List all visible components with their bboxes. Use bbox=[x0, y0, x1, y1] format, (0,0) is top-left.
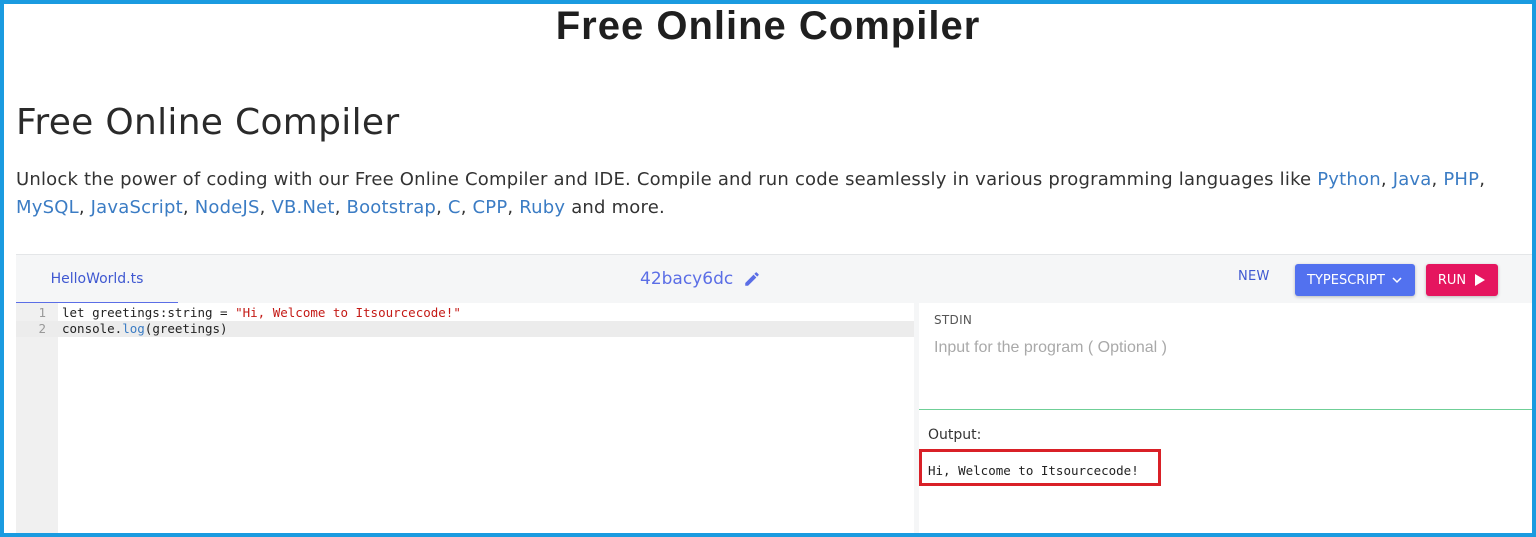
lang-link-javascript[interactable]: JavaScript bbox=[91, 197, 183, 218]
lang-link-bootstrap[interactable]: Bootstrap bbox=[347, 197, 437, 218]
lang-link-python[interactable]: Python bbox=[1317, 169, 1381, 190]
line-number: 1 bbox=[38, 305, 46, 320]
code-line[interactable]: 1 let greetings:string = "Hi, Welcome to… bbox=[16, 305, 914, 321]
play-icon bbox=[1475, 274, 1486, 286]
run-label: RUN bbox=[1437, 272, 1467, 288]
page-heading: Free Online Compiler bbox=[16, 102, 400, 143]
output-label: Output: bbox=[928, 427, 982, 443]
code-args: (greetings) bbox=[144, 321, 228, 336]
stdin-label: STDIN bbox=[934, 313, 973, 327]
code-string: "Hi, Welcome to Itsourcecode!" bbox=[235, 305, 461, 320]
code-text: console. bbox=[62, 321, 123, 336]
new-button[interactable]: NEW bbox=[1238, 269, 1270, 284]
lang-link-c[interactable]: C bbox=[448, 197, 461, 218]
session-id[interactable]: 42bacy6dc bbox=[640, 267, 761, 291]
lang-link-vbnet[interactable]: VB.Net bbox=[272, 197, 335, 218]
code-method: log bbox=[122, 321, 145, 336]
lang-link-cpp[interactable]: CPP bbox=[473, 197, 508, 218]
intro-text: Unlock the power of coding with our Free… bbox=[16, 169, 1312, 190]
language-label: TYPESCRIPT bbox=[1307, 272, 1385, 288]
run-button[interactable]: RUN bbox=[1426, 264, 1498, 296]
io-divider bbox=[919, 409, 1532, 410]
code-text: let greetings:string = bbox=[62, 305, 236, 320]
line-number-gutter bbox=[16, 303, 58, 534]
stdin-input[interactable] bbox=[934, 339, 1514, 357]
intro-suffix: and more. bbox=[571, 197, 665, 218]
session-id-label: 42bacy6dc bbox=[640, 269, 734, 289]
io-panel: STDIN Output: Hi, Welcome to Itsourcecod… bbox=[919, 303, 1532, 534]
language-dropdown[interactable]: TYPESCRIPT bbox=[1295, 264, 1415, 296]
lang-link-ruby[interactable]: Ruby bbox=[519, 197, 565, 218]
ide-panel: HelloWorld.ts 42bacy6dc NEW TYPESCRIPT R… bbox=[16, 254, 1532, 534]
banner-title: Free Online Compiler bbox=[555, 4, 981, 48]
output-text: Hi, Welcome to Itsourcecode! bbox=[928, 463, 1139, 478]
ide-toolbar: HelloWorld.ts 42bacy6dc NEW TYPESCRIPT R… bbox=[16, 255, 1532, 304]
code-editor[interactable]: 1 let greetings:string = "Hi, Welcome to… bbox=[16, 303, 914, 534]
file-tab[interactable]: HelloWorld.ts bbox=[16, 255, 178, 304]
lang-link-mysql[interactable]: MySQL bbox=[16, 197, 79, 218]
lang-link-php[interactable]: PHP bbox=[1443, 169, 1479, 190]
lang-link-nodejs[interactable]: NodeJS bbox=[195, 197, 260, 218]
lang-link-java[interactable]: Java bbox=[1393, 169, 1432, 190]
intro-paragraph: Unlock the power of coding with our Free… bbox=[16, 169, 1486, 218]
pencil-icon[interactable] bbox=[743, 270, 761, 288]
code-line[interactable]: 2 console.log(greetings) bbox=[16, 321, 914, 337]
chevron-down-icon bbox=[1392, 277, 1402, 284]
line-number: 2 bbox=[38, 321, 46, 336]
